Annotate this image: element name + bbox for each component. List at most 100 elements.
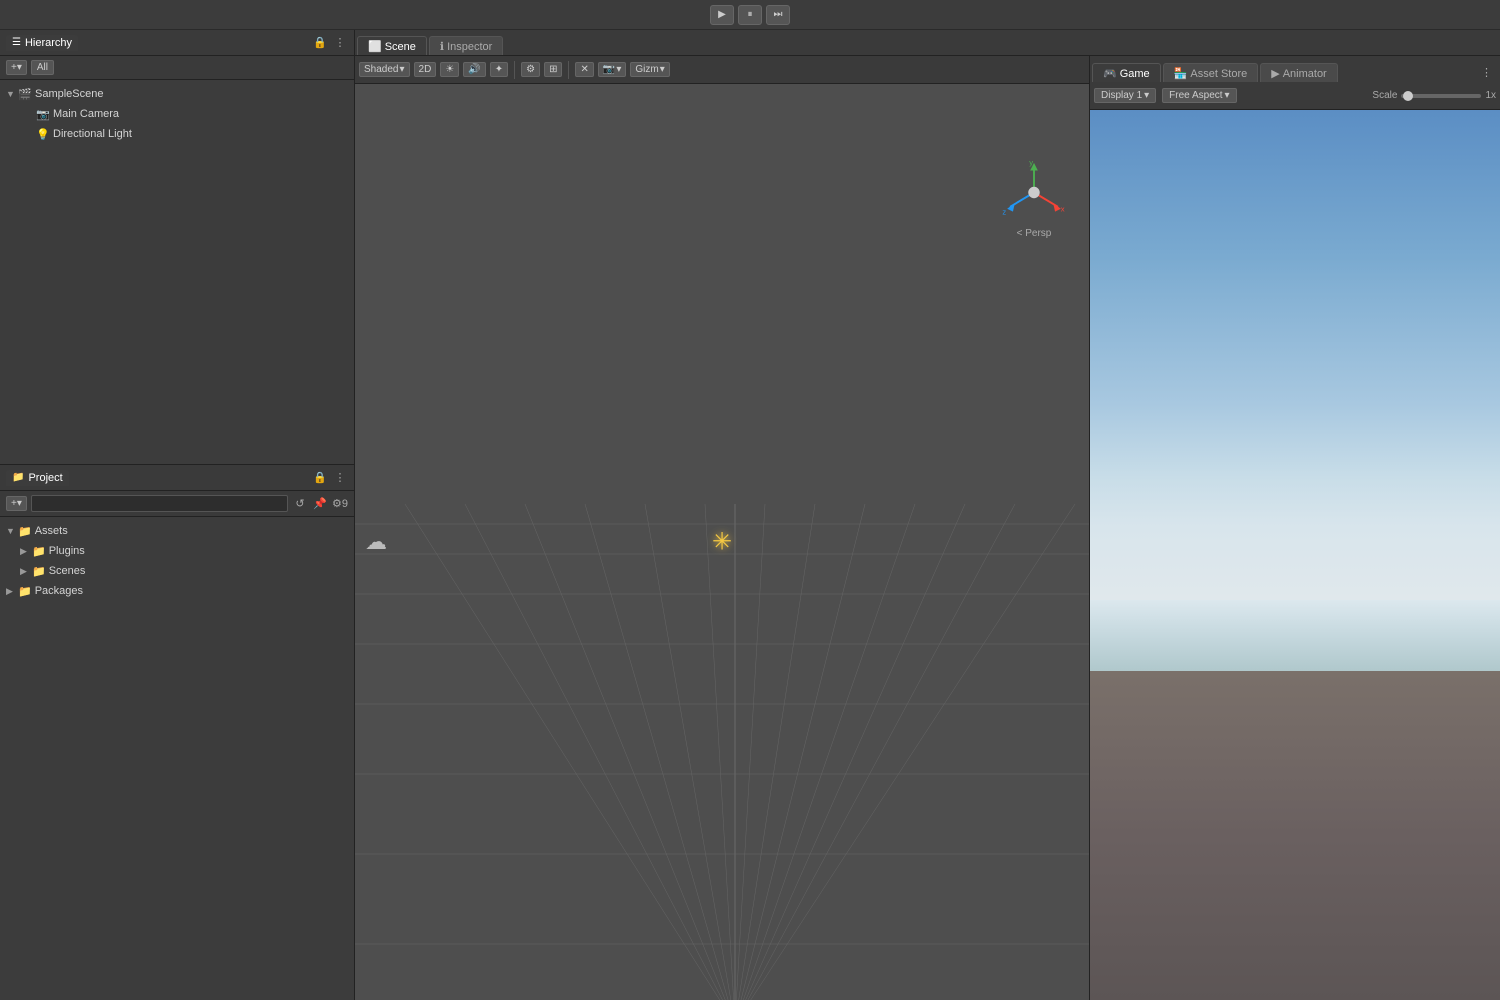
lighting-toggle[interactable]: ☀	[440, 62, 459, 77]
gizmo-svg: y x z	[999, 159, 1069, 226]
project-refresh-icon[interactable]: ↺	[292, 496, 308, 512]
project-lock-icon[interactable]: 🔒	[312, 470, 328, 486]
packages-arrow-icon: ▶	[6, 586, 18, 597]
hierarchy-add-button[interactable]: +▾	[6, 60, 27, 75]
hierarchy-scene-item[interactable]: ▼ 🎬 SampleScene	[0, 84, 354, 104]
right-panel: ⬜ Scene ℹ Inspector Shaded ▾ 2D	[355, 30, 1500, 1000]
scene-gizmo: y x z	[999, 159, 1069, 239]
aspect-chevron: ▾	[1225, 90, 1230, 101]
2d-label: 2D	[419, 64, 432, 75]
scale-label: Scale	[1372, 90, 1397, 101]
hierarchy-tab[interactable]: ☰ Hierarchy	[6, 35, 78, 51]
inspector-tab-icon: ℹ	[440, 40, 444, 53]
project-tab-bar: 📁 Project 🔒 ⋮	[0, 465, 354, 491]
light-icon: 💡	[36, 128, 50, 141]
tab-scene[interactable]: ⬜ Scene	[357, 36, 427, 55]
scale-thumb[interactable]	[1403, 91, 1413, 101]
project-tab-icon: 📁	[12, 472, 24, 483]
main-camera-label: Main Camera	[53, 108, 119, 120]
scene-tab-label: Scene	[385, 41, 416, 53]
packages-label: Packages	[35, 585, 83, 597]
project-icons: ↺ 📌 ⚙9	[292, 496, 348, 512]
project-add-button[interactable]: +▾	[6, 496, 27, 511]
camera-dropdown[interactable]: 📷 ▾	[598, 62, 626, 77]
scene-arrow-icon: ▼	[6, 89, 18, 99]
tab-animator[interactable]: ▶ Animator	[1260, 63, 1338, 82]
animator-label: Animator	[1283, 68, 1327, 80]
svg-text:x: x	[1061, 205, 1065, 214]
project-pin-icon[interactable]: 📌	[312, 496, 328, 512]
top-bar: ▶ ⏸ ⏭	[0, 0, 1500, 30]
plugins-arrow-icon: ▶	[20, 546, 32, 557]
scene-fx2[interactable]: ✕	[575, 62, 593, 77]
tab-game[interactable]: 🎮 Game	[1092, 63, 1161, 82]
hierarchy-toolbar: +▾ All	[0, 56, 354, 80]
scale-slider[interactable]	[1401, 94, 1481, 98]
audio-toggle[interactable]: 🔊	[463, 62, 485, 77]
asset-store-label: Asset Store	[1190, 68, 1247, 80]
hierarchy-tab-icons: 🔒 ⋮	[312, 35, 348, 51]
plugins-label: Plugins	[49, 545, 85, 557]
main-layout: ☰ Hierarchy 🔒 ⋮ +▾ All ▼	[0, 30, 1500, 1000]
folder-scenes[interactable]: ▶ 📁 Scenes	[0, 561, 354, 581]
game-ground	[1090, 671, 1500, 1000]
hierarchy-lock-icon[interactable]: 🔒	[312, 35, 328, 51]
separator-2	[568, 61, 569, 79]
project-badge-count[interactable]: ⚙9	[332, 496, 348, 512]
2d-button[interactable]: 2D	[414, 62, 437, 77]
asset-store-icon: 🏪	[1174, 67, 1188, 80]
game-tab-label: Game	[1120, 68, 1150, 80]
tab-inspector[interactable]: ℹ Inspector	[429, 36, 503, 55]
scenes-label: Scenes	[49, 565, 86, 577]
shading-dropdown[interactable]: Shaded ▾	[359, 62, 410, 77]
scene-view: Shaded ▾ 2D ☀ 🔊 ✦ ⚙ ⊞ ✕ 📷	[355, 56, 1090, 1000]
hierarchy-more-icon[interactable]: ⋮	[332, 35, 348, 51]
game-toolbar-right: Scale 1x	[1372, 90, 1496, 101]
packages-folder-icon: 📁	[18, 585, 32, 598]
scene-visibility[interactable]: ⚙	[521, 62, 540, 77]
folder-plugins[interactable]: ▶ 📁 Plugins	[0, 541, 354, 561]
scene-grid-view[interactable]: .grid-line { stroke: #666; stroke-width:…	[355, 84, 1089, 1000]
scale-value: 1x	[1485, 90, 1496, 101]
hierarchy-all-filter[interactable]: All	[31, 60, 54, 75]
folder-packages[interactable]: ▶ 📁 Packages	[0, 581, 354, 601]
project-search-input[interactable]	[31, 495, 288, 512]
scene-toolbar: Shaded ▾ 2D ☀ 🔊 ✦ ⚙ ⊞ ✕ 📷	[355, 56, 1089, 84]
hierarchy-directional-light-item[interactable]: 💡 Directional Light	[0, 124, 354, 144]
folder-assets[interactable]: ▼ 📁 Assets	[0, 521, 354, 541]
display-chevron: ▾	[1144, 90, 1149, 101]
plugins-folder-icon: 📁	[32, 545, 46, 558]
game-tab-icon: 🎮	[1103, 67, 1117, 80]
scene-grid[interactable]: ⊞	[544, 62, 562, 77]
game-tabs-more[interactable]: ⋮	[1475, 63, 1498, 82]
persp-label[interactable]: < Persp	[1017, 228, 1052, 239]
scene-tab-icon: ⬜	[368, 40, 382, 53]
hierarchy-tab-icon: ☰	[12, 37, 21, 48]
camera-icon-label: 📷	[603, 64, 615, 75]
project-tab[interactable]: 📁 Project	[6, 470, 69, 486]
game-sky	[1090, 110, 1500, 600]
scene-name-label: SampleScene	[35, 88, 104, 100]
step-button[interactable]: ⏭	[766, 5, 790, 25]
separator-1	[514, 61, 515, 79]
assets-arrow-icon: ▼	[6, 526, 18, 536]
camera-icon: 📷	[36, 108, 50, 121]
tab-asset-store[interactable]: 🏪 Asset Store	[1163, 63, 1259, 82]
scene-content: .grid-line { stroke: #666; stroke-width:…	[355, 84, 1089, 1000]
project-more-icon[interactable]: ⋮	[332, 470, 348, 486]
hierarchy-tab-bar: ☰ Hierarchy 🔒 ⋮	[0, 30, 354, 56]
hierarchy-main-camera-item[interactable]: 📷 Main Camera	[0, 104, 354, 124]
project-toolbar: +▾ ↺ 📌 ⚙9	[0, 491, 354, 517]
play-button[interactable]: ▶	[710, 5, 734, 25]
gizmos-dropdown[interactable]: Gizm ▾	[630, 62, 669, 77]
display-label: Display 1	[1101, 90, 1142, 101]
fx-toggle[interactable]: ✦	[490, 62, 508, 77]
camera-chevron: ▾	[616, 64, 621, 75]
scene-icon: 🎬	[18, 88, 32, 101]
project-tab-label: Project	[28, 472, 62, 484]
game-view: 🎮 Game 🏪 Asset Store ▶ Animator ⋮	[1090, 56, 1500, 1000]
display-dropdown[interactable]: Display 1 ▾	[1094, 88, 1156, 103]
aspect-dropdown[interactable]: Free Aspect ▾	[1162, 88, 1236, 103]
scene-game-container: Shaded ▾ 2D ☀ 🔊 ✦ ⚙ ⊞ ✕ 📷	[355, 56, 1500, 1000]
pause-button[interactable]: ⏸	[738, 5, 762, 25]
